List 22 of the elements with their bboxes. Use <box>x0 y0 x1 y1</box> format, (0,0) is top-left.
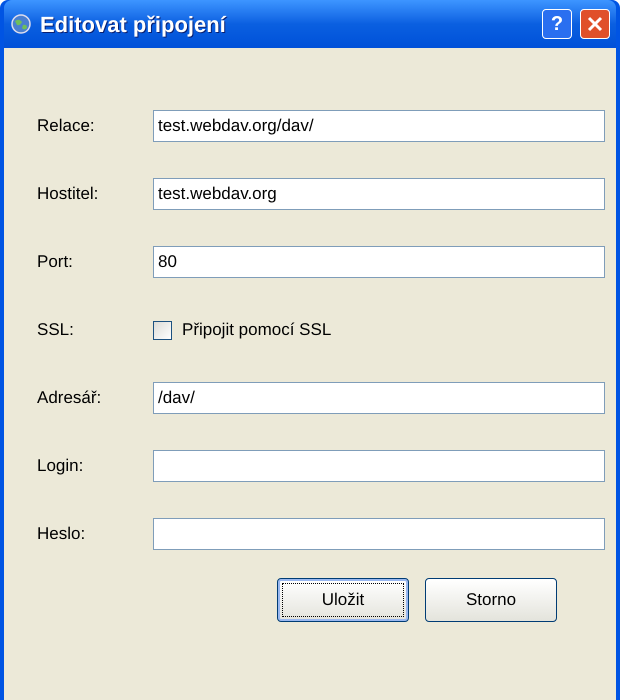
field-label: Adresář: <box>37 387 102 410</box>
field-label: Login: <box>37 455 84 478</box>
field-label: Relace: <box>37 115 96 138</box>
close-button[interactable] <box>580 9 610 39</box>
help-button[interactable]: ? <box>542 9 572 39</box>
field-label: Hostitel: <box>37 183 100 206</box>
window-title: Editovat připojení <box>40 10 228 39</box>
field-label: SSL: <box>37 319 75 342</box>
dialog-button[interactable]: Uložit <box>277 578 409 622</box>
field-label: Port: <box>37 251 74 274</box>
input-field[interactable] <box>153 450 605 482</box>
field-label: Heslo: <box>37 523 86 546</box>
globe-icon <box>10 13 32 35</box>
input-field[interactable] <box>153 518 605 550</box>
input-field[interactable]: 80 <box>153 246 605 278</box>
checkbox[interactable] <box>153 320 172 340</box>
close-icon <box>587 16 603 32</box>
ssl-checkbox[interactable]: Připojit pomocí SSL <box>153 317 332 343</box>
input-field[interactable]: /dav/ <box>153 382 605 414</box>
input-field[interactable]: test.webdav.org <box>153 178 605 210</box>
dialog-button[interactable]: Storno <box>425 578 557 622</box>
input-field[interactable]: test.webdav.org/dav/ <box>153 110 605 142</box>
